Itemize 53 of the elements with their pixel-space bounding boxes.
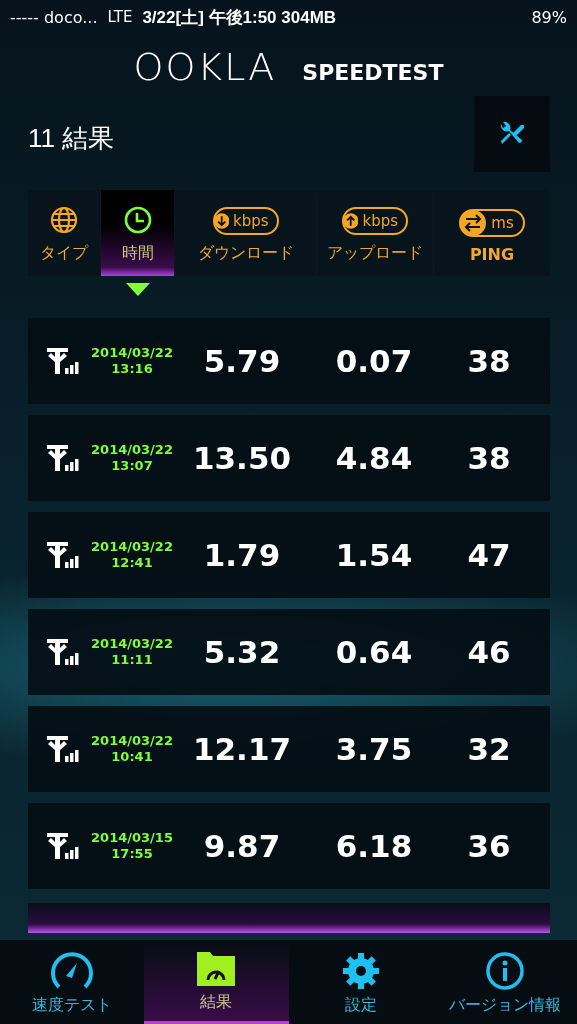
result-row[interactable]: 2014/03/22 10:41 12.17 3.75 32 bbox=[28, 706, 550, 792]
battery-level: 89% bbox=[531, 7, 567, 27]
sort-column-tab[interactable]: ms PING bbox=[434, 190, 550, 276]
result-row[interactable]: 2014/03/22 11:11 5.32 0.64 46 bbox=[28, 609, 550, 695]
unit-badge: kbps bbox=[342, 207, 408, 235]
upload-speed: 0.64 bbox=[334, 634, 414, 670]
ping-value: 32 bbox=[466, 731, 512, 767]
result-row[interactable]: 2014/03/22 13:16 5.79 0.07 38 bbox=[28, 318, 550, 404]
results-count-title: 11 結果 bbox=[28, 121, 115, 155]
download-speed: 5.79 bbox=[202, 343, 282, 379]
result-time: 11:11 bbox=[111, 652, 153, 668]
network-type: LTE bbox=[107, 8, 133, 26]
result-row[interactable]: 2014/03/22 13:07 13.50 4.84 38 bbox=[28, 415, 550, 501]
result-date: 2014/03/22 bbox=[91, 636, 173, 652]
download-speed: 9.87 bbox=[202, 828, 282, 864]
result-time: 12:41 bbox=[111, 555, 153, 571]
logo-text: OOKLA bbox=[133, 45, 277, 89]
upload-speed: 6.18 bbox=[334, 828, 414, 864]
upload-speed: 0.07 bbox=[334, 343, 414, 379]
carrier-name: ----- doco... bbox=[10, 7, 98, 27]
unit-badge: ms bbox=[459, 209, 525, 237]
ping-value: 36 bbox=[466, 828, 512, 864]
sort-column-tab[interactable]: kbps アップロード bbox=[317, 190, 433, 276]
nav-tab[interactable]: バージョン情報 bbox=[432, 940, 577, 1024]
result-date: 2014/03/22 bbox=[91, 733, 173, 749]
download-speed: 13.50 bbox=[191, 440, 293, 476]
result-row[interactable]: 2014/03/15 17:55 9.87 6.18 36 bbox=[28, 803, 550, 889]
result-row[interactable]: 2014/03/22 12:41 1.79 1.54 47 bbox=[28, 512, 550, 598]
upload-speed: 1.54 bbox=[334, 537, 414, 573]
download-speed: 12.17 bbox=[191, 731, 293, 767]
unit-badge: kbps bbox=[212, 207, 279, 235]
ping-value: 47 bbox=[466, 537, 512, 573]
download-speed: 1.79 bbox=[202, 537, 282, 573]
result-time: 10:41 bbox=[111, 749, 153, 765]
result-time: 17:55 bbox=[111, 846, 153, 862]
sort-column-tab[interactable]: タイプ bbox=[28, 190, 100, 276]
result-date: 2014/03/15 bbox=[91, 830, 173, 846]
ping-value: 38 bbox=[466, 440, 512, 476]
result-date: 2014/03/22 bbox=[91, 442, 173, 458]
nav-tab[interactable]: 設定 bbox=[288, 940, 433, 1024]
status-date-time: 3/22[土] 午後1:50 304MB bbox=[142, 6, 337, 29]
upload-speed: 4.84 bbox=[334, 440, 414, 476]
download-speed: 5.32 bbox=[202, 634, 282, 670]
sort-column-tab[interactable]: kbps ダウンロード bbox=[175, 190, 316, 276]
ping-value: 38 bbox=[466, 343, 512, 379]
result-time: 13:16 bbox=[111, 361, 153, 377]
product-name: SPEEDTEST bbox=[302, 59, 444, 85]
nav-tab[interactable]: 速度テスト bbox=[0, 940, 145, 1024]
ping-value: 46 bbox=[466, 634, 512, 670]
result-time: 13:07 bbox=[111, 458, 153, 474]
result-date: 2014/03/22 bbox=[91, 345, 173, 361]
result-date: 2014/03/22 bbox=[91, 539, 173, 555]
upload-speed: 3.75 bbox=[334, 731, 414, 767]
